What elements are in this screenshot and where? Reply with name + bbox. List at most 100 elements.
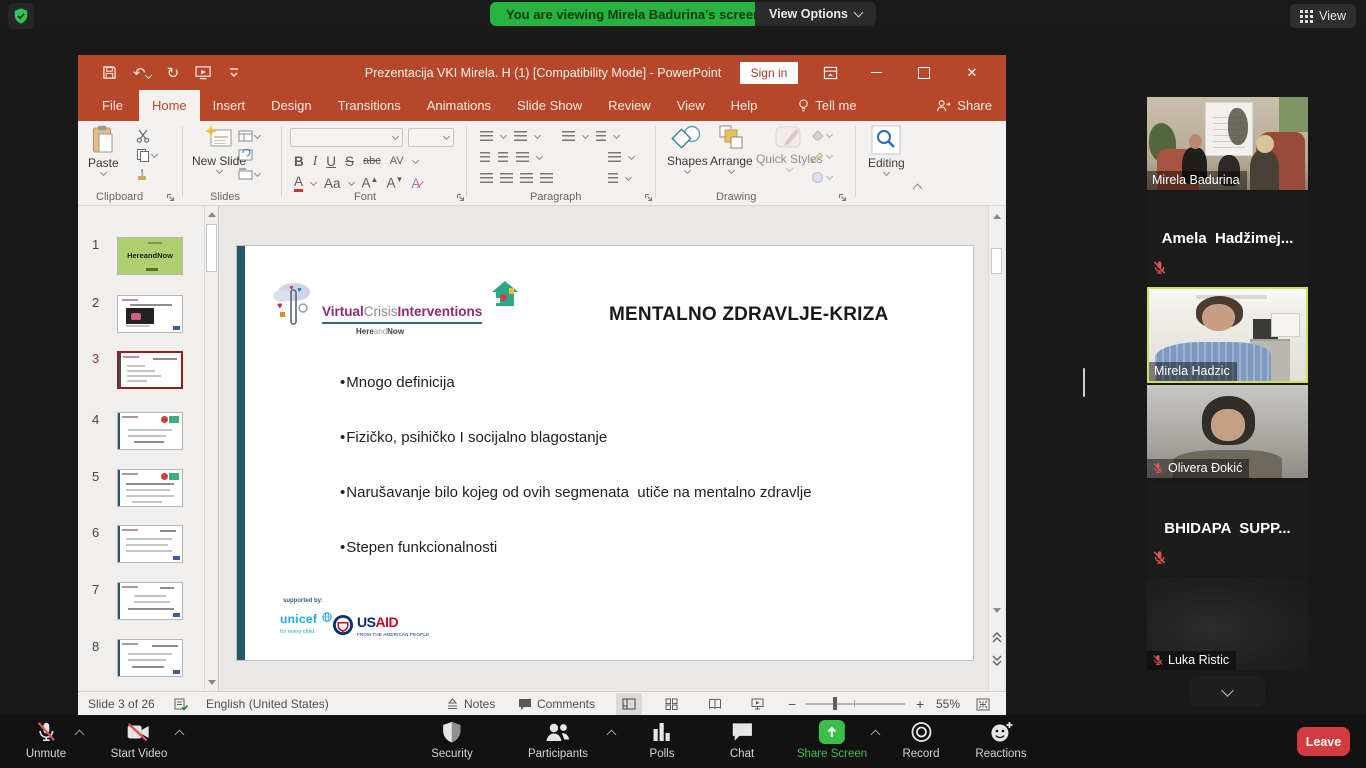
fit-slide-to-window-button[interactable] bbox=[970, 693, 996, 715]
tab-animations[interactable]: Animations bbox=[414, 90, 504, 121]
editing-caret[interactable] bbox=[883, 169, 890, 176]
current-slide[interactable]: VirtualCrisisInterventions HereandNow bbox=[237, 246, 973, 660]
shrink-font-button[interactable]: A▼ bbox=[386, 175, 403, 191]
save-icon[interactable] bbox=[102, 65, 117, 80]
spacing-caret[interactable] bbox=[412, 156, 419, 163]
collapse-participants-button[interactable] bbox=[1190, 676, 1265, 707]
start-video-button[interactable]: Start Video bbox=[111, 719, 168, 760]
section-button[interactable] bbox=[238, 168, 260, 180]
shapes-button[interactable]: Shapes bbox=[667, 125, 708, 173]
justify-button[interactable] bbox=[540, 173, 553, 183]
slide-4-thumbnail[interactable] bbox=[117, 412, 183, 450]
undo-icon[interactable]: ↶ bbox=[133, 64, 151, 82]
notes-button[interactable]: Notes bbox=[446, 692, 495, 716]
participant-tile-mirela-hadzic-active-speaker[interactable]: Mirela Hadzic bbox=[1147, 287, 1308, 383]
slide-3-thumbnail-selected[interactable] bbox=[117, 351, 183, 389]
cut-button[interactable] bbox=[136, 129, 150, 143]
change-case-caret[interactable] bbox=[347, 178, 354, 185]
polls-button[interactable]: Polls bbox=[650, 719, 675, 760]
slide-show-button[interactable] bbox=[744, 693, 770, 715]
italic-button[interactable]: I bbox=[313, 153, 318, 169]
align-text-button[interactable] bbox=[516, 152, 529, 162]
change-case-button[interactable]: Aa bbox=[324, 176, 341, 191]
scrollbar-thumb[interactable] bbox=[991, 248, 1002, 274]
arrange-button[interactable]: Arrange bbox=[710, 125, 753, 173]
clear-formatting-button[interactable]: A̷ bbox=[411, 176, 420, 191]
zoom-slider-thumb[interactable] bbox=[833, 697, 837, 710]
slide-counter[interactable]: Slide 3 of 26 bbox=[88, 692, 155, 716]
leave-button[interactable]: Leave bbox=[1297, 727, 1350, 756]
align-right-button[interactable] bbox=[520, 173, 533, 183]
slide-5-thumbnail[interactable] bbox=[117, 469, 183, 507]
collapse-ribbon-button[interactable] bbox=[913, 184, 923, 194]
chat-button[interactable]: Chat bbox=[730, 719, 754, 760]
share-button[interactable]: Share bbox=[936, 90, 992, 121]
tell-me-box[interactable]: Tell me bbox=[786, 90, 868, 121]
font-size-select[interactable] bbox=[408, 128, 454, 147]
copy-button[interactable] bbox=[136, 148, 157, 162]
drawing-dialog-launcher[interactable] bbox=[838, 193, 847, 202]
font-name-select[interactable] bbox=[290, 128, 403, 147]
meeting-info-button[interactable] bbox=[8, 3, 34, 29]
clipboard-dialog-launcher[interactable] bbox=[166, 193, 175, 202]
normal-view-button[interactable] bbox=[616, 693, 642, 715]
security-button[interactable]: Security bbox=[431, 719, 473, 760]
tab-home[interactable]: Home bbox=[139, 90, 200, 121]
participant-tile-luka[interactable]: Luka Ristic bbox=[1147, 577, 1308, 670]
shape-outline-button[interactable] bbox=[810, 150, 832, 163]
numbered-list-button[interactable] bbox=[514, 131, 527, 141]
slide-sorter-view-button[interactable] bbox=[658, 693, 684, 715]
reading-view-button[interactable] bbox=[702, 693, 728, 715]
share-screen-button[interactable]: Share Screen bbox=[797, 719, 867, 760]
tab-insert[interactable]: Insert bbox=[200, 90, 259, 121]
view-button[interactable]: View bbox=[1290, 4, 1356, 28]
copy-dropdown-caret[interactable] bbox=[151, 150, 158, 157]
scroll-down-arrow[interactable] bbox=[993, 608, 1001, 613]
shape-effects-button[interactable] bbox=[810, 171, 832, 184]
redo-icon[interactable]: ↻ bbox=[167, 64, 180, 82]
slide-6-thumbnail[interactable] bbox=[117, 525, 183, 563]
align-left-button[interactable] bbox=[480, 173, 493, 183]
bold-button[interactable]: B bbox=[294, 154, 304, 169]
shape-fill-button[interactable] bbox=[810, 129, 832, 142]
tab-view[interactable]: View bbox=[664, 90, 718, 121]
convert-smartart-button[interactable] bbox=[608, 173, 618, 183]
character-spacing-button[interactable]: AV bbox=[390, 155, 404, 167]
font-color-button[interactable]: A bbox=[294, 174, 303, 192]
reactions-button[interactable]: Reactions bbox=[975, 719, 1026, 760]
tab-review[interactable]: Review bbox=[595, 90, 664, 121]
strikethrough-button[interactable]: S bbox=[345, 154, 354, 169]
paragraph-dialog-launcher[interactable] bbox=[644, 193, 653, 202]
shapes-caret[interactable] bbox=[684, 167, 691, 174]
text-shadow-button[interactable]: abc bbox=[363, 155, 381, 167]
editor-scrollbar[interactable] bbox=[988, 206, 1004, 691]
participants-button[interactable]: Participants bbox=[528, 719, 588, 760]
customize-qat-icon[interactable] bbox=[229, 67, 239, 79]
slide-1-thumbnail[interactable]: HereandNow bbox=[117, 237, 183, 275]
slide-layout-button[interactable] bbox=[238, 130, 260, 142]
unmute-button[interactable]: Unmute bbox=[26, 719, 66, 760]
participant-tile-mirela-badurina[interactable]: Mirela Badurina bbox=[1147, 97, 1308, 190]
view-options-button[interactable]: View Options bbox=[755, 2, 876, 26]
paste-button[interactable]: Paste bbox=[88, 125, 119, 175]
share-options-caret[interactable] bbox=[871, 730, 881, 740]
participants-options-caret[interactable] bbox=[607, 730, 617, 740]
unmute-options-caret[interactable] bbox=[75, 730, 85, 740]
font-color-caret[interactable] bbox=[310, 178, 317, 185]
grow-font-button[interactable]: A▲ bbox=[362, 175, 379, 191]
editing-button[interactable]: Editing bbox=[868, 125, 905, 175]
previous-slide-button[interactable] bbox=[992, 631, 1002, 643]
bullet-list-button[interactable] bbox=[480, 131, 493, 141]
close-button[interactable] bbox=[950, 55, 994, 90]
maximize-button[interactable] bbox=[902, 55, 946, 90]
font-dialog-launcher[interactable] bbox=[456, 193, 465, 202]
video-options-caret[interactable] bbox=[175, 730, 185, 740]
scroll-up-arrow[interactable] bbox=[993, 214, 1001, 219]
increase-indent-button[interactable] bbox=[498, 152, 508, 162]
zoom-level[interactable]: 55% bbox=[936, 692, 960, 716]
columns-button[interactable] bbox=[608, 152, 621, 162]
comments-button[interactable]: Comments bbox=[518, 692, 595, 716]
record-button[interactable]: Record bbox=[902, 719, 939, 760]
format-painter-button[interactable] bbox=[136, 168, 150, 182]
reset-slide-button[interactable] bbox=[238, 149, 253, 161]
